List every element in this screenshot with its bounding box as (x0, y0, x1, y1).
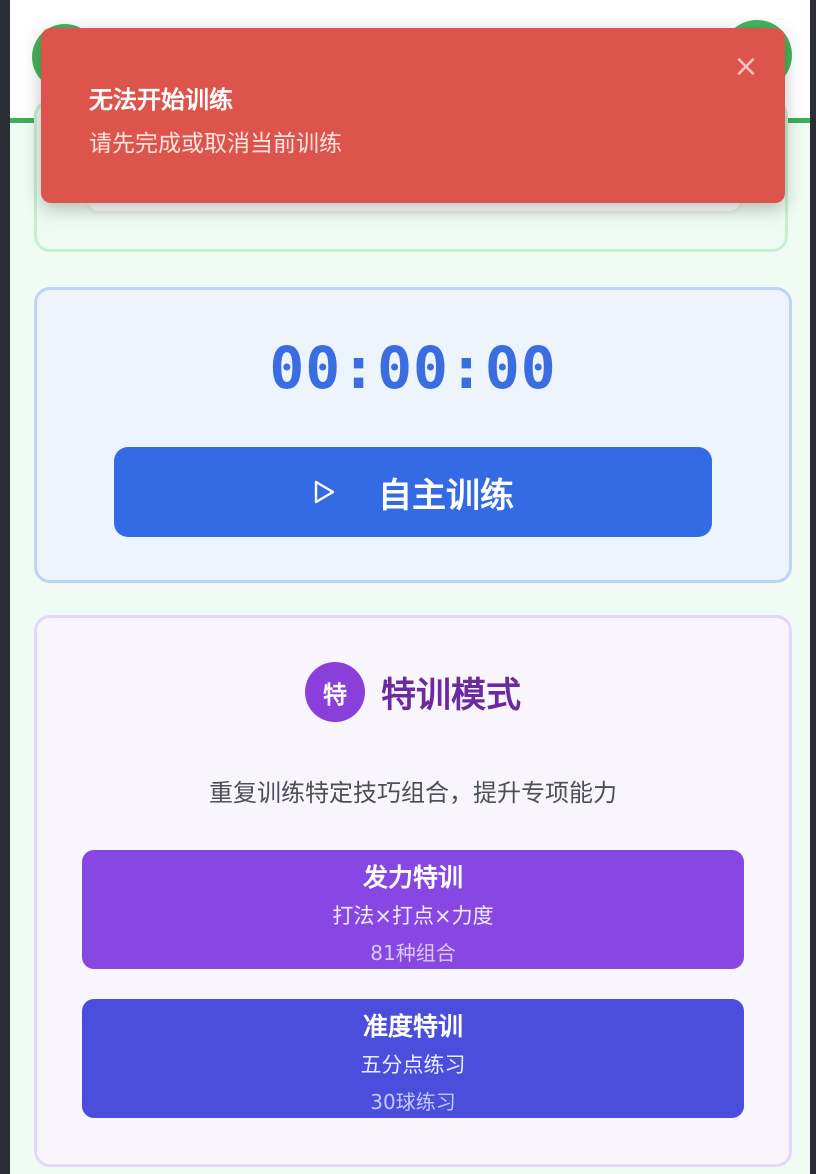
special-mode-description: 重复训练特定技巧组合，提升专项能力 (209, 779, 617, 807)
accuracy-training-count: 30球练习 (370, 1090, 456, 1114)
accuracy-training-button[interactable]: 准度特训 五分点练习 30球练习 (82, 999, 744, 1118)
power-training-button[interactable]: 发力特训 打法×打点×力度 81种组合 (82, 850, 744, 969)
special-mode-title: 特训模式 (380, 675, 521, 716)
special-mode-card: 特 特训模式 重复训练特定技巧组合，提升专项能力 发力特训 打法×打点×力度 8… (34, 615, 792, 1167)
accuracy-training-title: 准度特训 (362, 1012, 463, 1041)
error-toast: 无法开始训练 请先完成或取消当前训练 × (41, 28, 785, 203)
play-icon (314, 480, 335, 504)
power-training-title: 发力特训 (362, 863, 463, 892)
timer-card: 00:00:00 自主训练 (34, 287, 792, 583)
close-icon[interactable]: × (731, 52, 761, 82)
timer-display: 00:00:00 (269, 334, 557, 402)
power-training-count: 81种组合 (370, 941, 456, 965)
special-mode-header: 特 特训模式 (37, 662, 789, 722)
self-training-label: 自主训练 (378, 475, 514, 516)
toast-title: 无法开始训练 (89, 86, 233, 114)
self-training-button[interactable]: 自主训练 (114, 447, 712, 537)
accuracy-training-subtitle: 五分点练习 (360, 1053, 466, 1077)
toast-message: 请先完成或取消当前训练 (89, 131, 342, 157)
special-mode-badge: 特 (304, 662, 365, 722)
power-training-subtitle: 打法×打点×力度 (332, 904, 494, 928)
